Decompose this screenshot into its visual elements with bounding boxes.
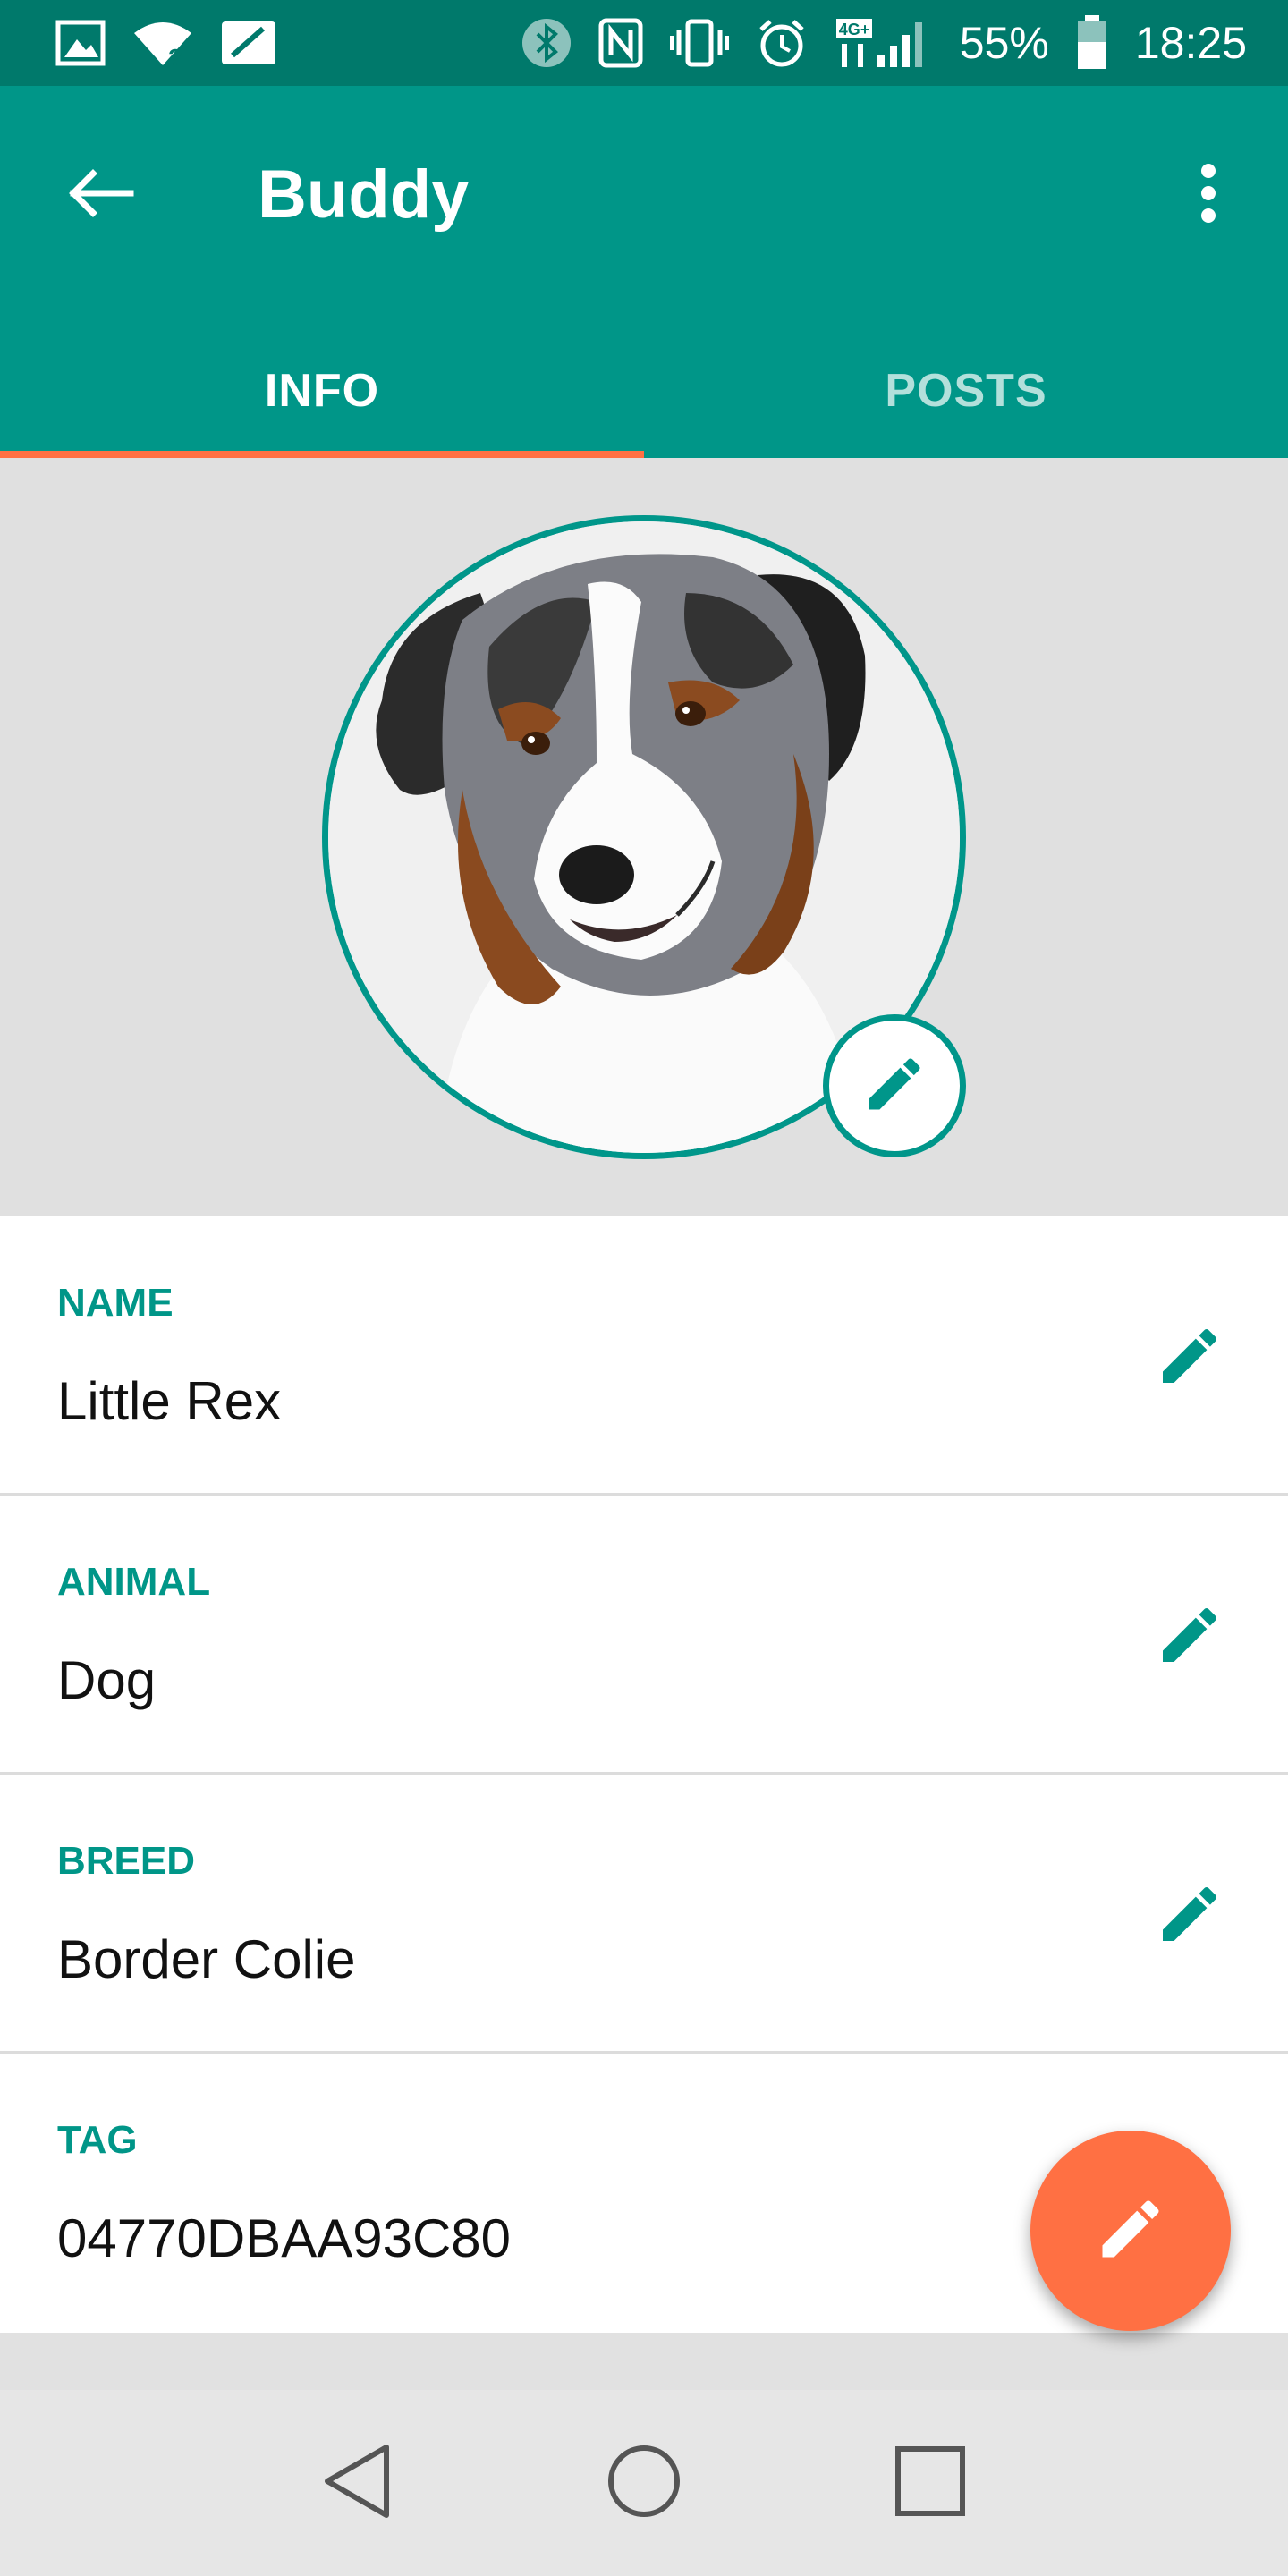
network-badge: 4G+ (839, 21, 870, 38)
tab-bar: INFO POSTS (0, 324, 1288, 458)
signal-icon: 4G+ (835, 17, 933, 69)
arrow-back-icon (66, 168, 134, 223)
status-right: 4G+ 55% 18:25 (521, 15, 1247, 71)
pencil-icon (860, 1050, 928, 1123)
image-icon (55, 20, 106, 66)
field-label: BREED (57, 1839, 196, 1883)
edit-animal-button[interactable] (1145, 1592, 1234, 1682)
nav-recents-button[interactable] (877, 2429, 984, 2537)
tab-posts[interactable]: POSTS (644, 324, 1288, 458)
status-left: ? (55, 19, 277, 67)
pencil-icon (1154, 1599, 1225, 1675)
field-label: TAG (57, 2118, 138, 2162)
list-item-animal: ANIMAL Dog (0, 1496, 1288, 1775)
back-button[interactable] (55, 150, 145, 240)
bluetooth-icon (521, 18, 572, 68)
clock: 18:25 (1134, 18, 1247, 68)
status-bar: ? 4G+ 55% 18:25 (0, 0, 1288, 86)
svg-text:?: ? (168, 44, 182, 67)
field-value: Border Colie (57, 1929, 356, 1989)
nfc-icon (598, 18, 643, 68)
app-bar: Buddy INFO POSTS (0, 86, 1288, 458)
alarm-icon (756, 17, 808, 69)
more-vert-icon (1199, 163, 1217, 227)
pencil-icon (1154, 1320, 1225, 1396)
field-value: Little Rex (57, 1371, 282, 1431)
overflow-menu-button[interactable] (1177, 150, 1240, 240)
nav-back-button[interactable] (304, 2429, 411, 2537)
edit-name-button[interactable] (1145, 1313, 1234, 1402)
tab-indicator (0, 451, 644, 458)
nav-home-button[interactable] (590, 2429, 698, 2537)
profile-header (0, 458, 1288, 1216)
edit-fab[interactable] (1030, 2131, 1231, 2331)
battery-icon (1076, 15, 1108, 71)
triangle-back-icon (322, 2444, 394, 2523)
edit-avatar-button[interactable] (823, 1014, 966, 1157)
vibrate-icon (669, 18, 729, 68)
page-title: Buddy (258, 157, 470, 233)
field-value: 04770DBAA93C80 (57, 2208, 512, 2268)
field-value: Dog (57, 1650, 157, 1710)
battery-percent: 55% (959, 18, 1049, 68)
wifi-icon: ? (132, 19, 193, 67)
field-label: ANIMAL (57, 1560, 211, 1604)
field-label: NAME (57, 1281, 174, 1325)
pencil-icon (1093, 2191, 1168, 2271)
pencil-icon (1154, 1878, 1225, 1954)
tab-info[interactable]: INFO (0, 324, 644, 458)
system-nav-bar (0, 2390, 1288, 2576)
square-recents-icon (894, 2445, 966, 2521)
list-item-name: NAME Little Rex (0, 1216, 1288, 1496)
sim-icon (220, 20, 277, 66)
circle-home-icon (606, 2444, 682, 2523)
list-item-breed: BREED Border Colie (0, 1775, 1288, 2054)
edit-breed-button[interactable] (1145, 1871, 1234, 1961)
